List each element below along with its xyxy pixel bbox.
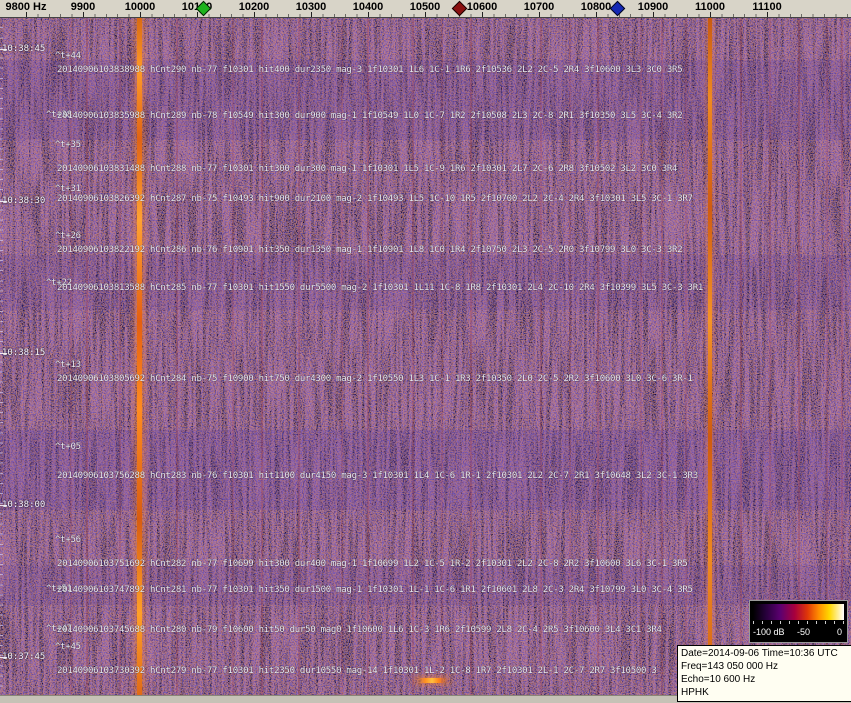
time-axis-tick bbox=[0, 201, 7, 202]
frequency-tick-mark bbox=[425, 12, 426, 17]
annotation-time-tag: ^t+35 bbox=[55, 140, 81, 150]
info-frequency: Freq=143 050 000 Hz bbox=[681, 661, 779, 672]
annotation-record-text: 20140906103826392 hCnt287 nb-75 f10493 h… bbox=[57, 194, 693, 204]
time-axis-label: 10:38:30 bbox=[2, 196, 46, 206]
info-date-time: Date=2014-09-06 Time=10:36 UTC bbox=[681, 648, 838, 659]
annotation-record-text: 20140906103745688 hCnt280 nb-79 f10600 h… bbox=[57, 625, 662, 635]
info-station-callsign: HPHK bbox=[681, 687, 709, 698]
frequency-tick-mark bbox=[254, 12, 255, 17]
db-label-max: 0 bbox=[836, 627, 842, 637]
time-axis-label: 10:37:45 bbox=[2, 652, 46, 662]
db-color-scale: -100 dB -50 0 bbox=[749, 600, 848, 643]
db-label-mid: -50 bbox=[797, 627, 811, 637]
frequency-tick-mark bbox=[653, 12, 654, 17]
annotation-time-tag: ^t+05 bbox=[55, 442, 81, 452]
time-axis-label: 10:38:00 bbox=[2, 500, 46, 510]
time-axis-tick bbox=[0, 49, 7, 50]
annotation-time-tag: ^t+26 bbox=[55, 231, 81, 241]
time-axis-label: 10:38:45 bbox=[2, 44, 46, 54]
annotation-time-tag: ^t+13 bbox=[55, 360, 81, 370]
faint-signal-line bbox=[841, 17, 843, 695]
frequency-tick-mark bbox=[767, 12, 768, 17]
frequency-tick-mark bbox=[197, 12, 198, 17]
faint-signal-line bbox=[798, 17, 800, 695]
annotation-time-tag: ^t+31 bbox=[55, 184, 81, 194]
annotation-record-text: 20140906103838988 hCnt290 nb-77 f10301 h… bbox=[57, 65, 683, 75]
annotation-record-text: 20140906103747892 hCnt281 nb-77 f10301 h… bbox=[57, 585, 693, 595]
frequency-tick-mark bbox=[311, 12, 312, 17]
faint-signal-line bbox=[740, 17, 742, 695]
annotation-record-text: 20140906103756288 hCnt283 nb-76 f10301 h… bbox=[57, 471, 698, 481]
annotation-record-text: 20140906103805692 hCnt284 nb-75 f10900 h… bbox=[57, 374, 693, 384]
db-label-min: -100 dB bbox=[753, 627, 785, 637]
status-info-box: Date=2014-09-06 Time=10:36 UTC Freq=143 … bbox=[677, 645, 851, 702]
spectrogram-overlay: 10:38:45 10:38:30 10:38:15 10:38:00 10:37:45… bbox=[0, 0, 851, 703]
annotation-record-text: 20140906103822192 hCnt286 nb-76 f10901 h… bbox=[57, 245, 683, 255]
annotation-time-tag: ^t+56 bbox=[55, 535, 81, 545]
frequency-tick-mark bbox=[140, 12, 141, 17]
faint-signal-line bbox=[769, 17, 771, 695]
annotation-record-text: 20140906103835988 hCnt289 nb-78 f10549 h… bbox=[57, 111, 683, 121]
frequency-ruler[interactable]: 9800 Hz990010000101001020010300104001050… bbox=[0, 0, 851, 18]
frequency-tick-mark bbox=[596, 12, 597, 17]
spectrum-display-window: 10:38:45 10:38:30 10:38:15 10:38:00 10:37:45… bbox=[0, 0, 851, 703]
annotation-record-text: 20140906103813588 hCnt285 nb-77 f10301 h… bbox=[57, 283, 704, 293]
time-axis-tick bbox=[0, 353, 7, 354]
frequency-tick-mark bbox=[482, 12, 483, 17]
annotation-time-tag: ^t+44 bbox=[55, 51, 81, 61]
faint-signal-line bbox=[826, 17, 828, 695]
annotation-record-text: 20140906103751692 hCnt282 nb-77 f10699 h… bbox=[57, 559, 688, 569]
time-axis-tick bbox=[0, 657, 7, 658]
time-axis-label: 10:38:15 bbox=[2, 348, 46, 358]
frequency-minor-ticks bbox=[26, 14, 851, 17]
frequency-tick-mark bbox=[368, 12, 369, 17]
frequency-tick-mark bbox=[539, 12, 540, 17]
annotation-record-text: 20140906103730392 hCnt279 nb-77 f10301 h… bbox=[57, 666, 657, 676]
frequency-tick-mark bbox=[26, 12, 27, 17]
annotation-time-tag: ^t+45 bbox=[55, 642, 81, 652]
info-echo-frequency: Echo=10 600 Hz bbox=[681, 674, 756, 685]
db-gradient-bar bbox=[753, 604, 844, 620]
annotation-record-text: 20140906103831488 hCnt288 nb-77 f10301 h… bbox=[57, 164, 678, 174]
frequency-tick-mark bbox=[83, 12, 84, 17]
db-scale-ticks bbox=[753, 621, 844, 624]
time-axis-tick bbox=[0, 505, 7, 506]
frequency-tick-mark bbox=[710, 12, 711, 17]
